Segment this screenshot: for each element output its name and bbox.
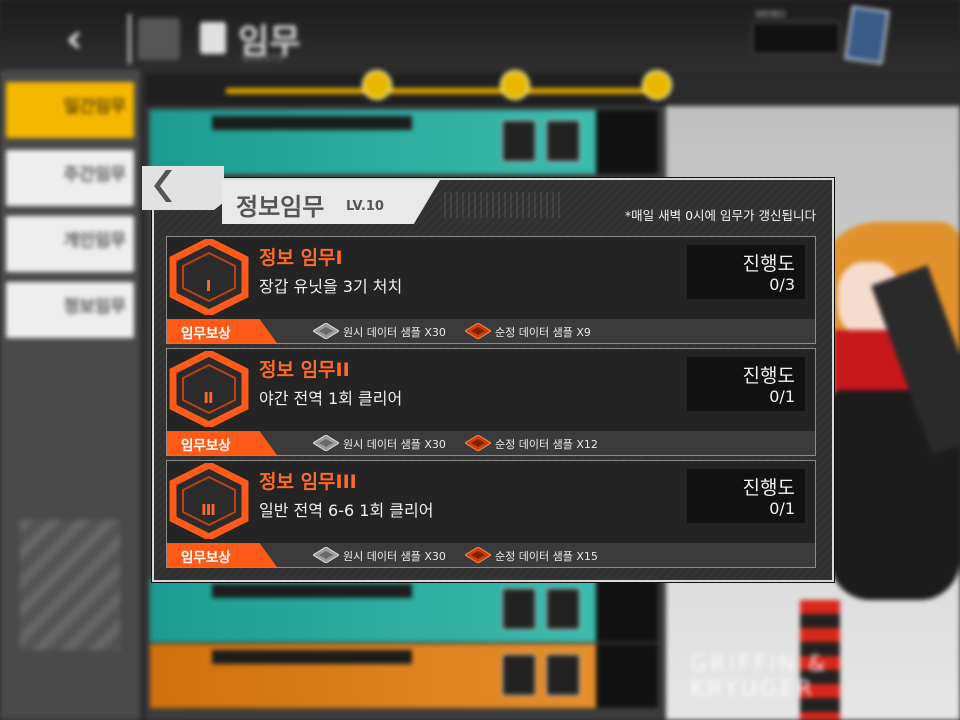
topbar-divider: [128, 14, 131, 64]
reward-tab: 임무보상: [167, 319, 277, 343]
side-tab-weekly[interactable]: 주간임무: [6, 150, 134, 206]
progress-box: 진행도 0/1: [687, 357, 805, 411]
reward-bar: 임무보상 원시 데이터 샘플 X30 순정 데이터 샘플 X15: [167, 543, 815, 567]
pure-data-sample-icon: [465, 547, 491, 563]
mission-description: 야간 전역 1회 클리어: [259, 389, 403, 408]
mission-description: 장갑 유닛을 3기 처치: [259, 277, 403, 296]
mission-title: 정보 임무II: [259, 359, 350, 381]
header-decoration: [444, 192, 564, 218]
mission-numeral: I: [205, 277, 212, 295]
raw-data-sample-icon: [313, 435, 339, 451]
back-arrow-icon: [154, 170, 172, 202]
side-tab-daily[interactable]: 일간임무: [6, 82, 134, 138]
bg-mission-row[interactable]: [150, 110, 658, 174]
progress-node[interactable]: [500, 70, 530, 100]
reward-tab: 임무보상: [167, 431, 277, 455]
mission-title: 정보 임무I: [259, 247, 343, 269]
resource-box[interactable]: [752, 22, 840, 54]
home-icon[interactable]: [138, 18, 180, 60]
mission-numeral: III: [201, 501, 216, 519]
reward-tab: 임무보상: [167, 543, 277, 567]
side-tab-info[interactable]: 정보임무: [6, 282, 134, 338]
progress-value: 0/3: [769, 275, 795, 294]
bg-mission-row[interactable]: [150, 644, 658, 708]
back-arrow-icon[interactable]: ‹: [66, 16, 82, 62]
info-mission-popup: 정보임무 LV.10 *매일 새벽 0시에 임무가 갱신됩니다 I 정보 임무I…: [142, 166, 834, 582]
reward-bar: 임무보상 원시 데이터 샘플 X30 순정 데이터 샘플 X9: [167, 319, 815, 343]
popup-level: LV.10: [346, 199, 384, 214]
raw-data-sample-icon: [313, 323, 339, 339]
reset-notice: *매일 새벽 0시에 임무가 갱신됩니다: [624, 208, 816, 223]
progress-label: 진행도: [742, 477, 795, 499]
progress-label: 진행도: [742, 365, 795, 387]
popup-title: 정보임무: [236, 193, 325, 221]
progress-node[interactable]: [642, 70, 672, 100]
mission-card-1[interactable]: I 정보 임무I 장갑 유닛을 3기 처치 진행도 0/3 임무보상 원시 데이…: [166, 236, 816, 344]
mission-numeral: II: [203, 389, 213, 407]
resource-label: WEIBO: [755, 10, 786, 20]
progress-label: 진행도: [742, 253, 795, 275]
pure-data-sample-icon: [465, 435, 491, 451]
pure-data-sample-icon: [465, 323, 491, 339]
mission-title: 정보 임무III: [259, 471, 357, 493]
progress-value: 0/1: [769, 499, 795, 518]
mission-badge: II: [169, 351, 249, 427]
progress-box: 진행도 0/1: [687, 469, 805, 523]
clipboard-icon: [200, 22, 226, 54]
mission-card-2[interactable]: II 정보 임무II 야간 전역 1회 클리어 진행도 0/1 임무보상 원시 …: [166, 348, 816, 456]
mission-description: 일반 전역 6-6 1회 클리어: [259, 501, 434, 520]
raw-data-sample-icon: [313, 547, 339, 563]
reward-bar: 임무보상 원시 데이터 샘플 X30 순정 데이터 샘플 X12: [167, 431, 815, 455]
bg-mission-row[interactable]: [150, 578, 658, 642]
side-tab-personal[interactable]: 개인임무: [6, 216, 134, 272]
mission-badge: I: [169, 239, 249, 315]
mission-badge: III: [169, 463, 249, 539]
card-icon[interactable]: [844, 5, 890, 65]
griffin-watermark: GRIFFIN & KRYUGER: [690, 652, 829, 702]
progress-box: 진행도 0/3: [687, 245, 805, 299]
close-button[interactable]: [142, 166, 224, 210]
griffin-logo: [20, 520, 120, 650]
daily-progress-bar: [226, 88, 666, 94]
progress-value: 0/1: [769, 387, 795, 406]
mission-card-3[interactable]: III 정보 임무III 일반 전역 6-6 1회 클리어 진행도 0/1 임무…: [166, 460, 816, 568]
screen-subtitle: QUESTS: [242, 54, 285, 64]
progress-node[interactable]: [362, 70, 392, 100]
